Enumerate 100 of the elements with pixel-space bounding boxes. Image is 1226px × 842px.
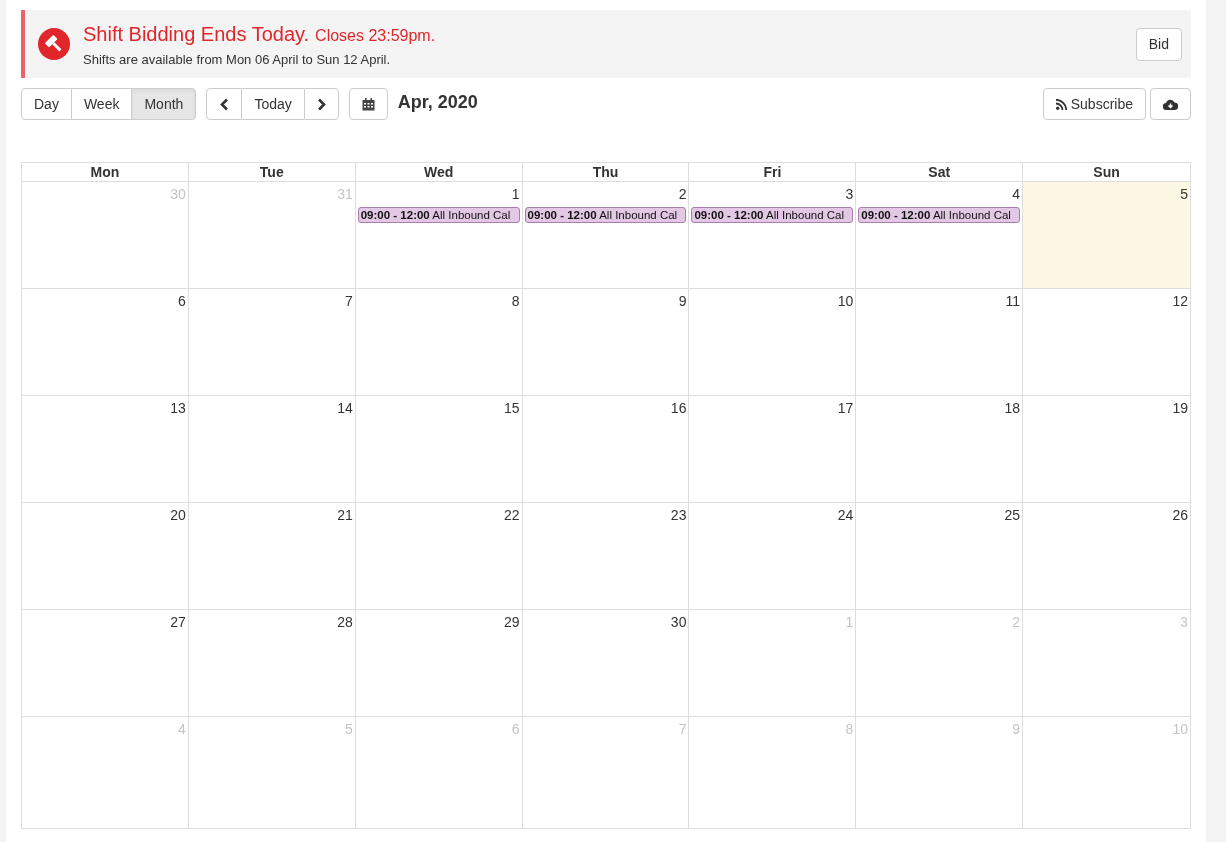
day-cell[interactable]: 30 (522, 610, 690, 716)
weekday-header: Thu (522, 163, 690, 181)
rss-icon (1055, 98, 1067, 110)
chevron-left-icon (219, 97, 229, 111)
day-number: 20 (169, 506, 186, 525)
day-number: 28 (336, 613, 353, 632)
calendar-icon (361, 97, 375, 111)
alert-subtitle: Closes 23:59pm. (315, 25, 436, 46)
day-number: 13 (169, 399, 186, 418)
day-cell[interactable]: 11 (856, 289, 1024, 395)
today-button[interactable]: Today (242, 88, 304, 120)
date-picker-button[interactable] (348, 88, 388, 120)
day-number: 19 (1171, 399, 1188, 418)
day-number: 10 (836, 292, 854, 311)
day-cell[interactable]: 10 (689, 289, 857, 395)
day-cell[interactable]: 5 (1023, 182, 1190, 288)
day-number: 30 (169, 185, 186, 204)
weekday-header: Sun (1092, 163, 1121, 181)
day-cell[interactable]: 24 (689, 503, 857, 609)
day-number: 27 (169, 613, 186, 632)
day-number: 23 (669, 506, 687, 525)
weekday-header: Sat (856, 163, 1024, 181)
day-number: 9 (1011, 720, 1021, 739)
shift-event[interactable]: 09:00 - 12:00 All Inbound Cal (858, 207, 1021, 223)
day-cell[interactable]: 14 (188, 396, 356, 502)
day-number: 22 (503, 506, 520, 525)
day-cell[interactable]: 26 (1023, 503, 1190, 609)
bid-button[interactable]: Bid (1135, 27, 1182, 61)
day-cell[interactable]: 2 09:00 - 12:00 All Inbound Cal (522, 182, 690, 288)
day-cell[interactable]: 22 (355, 503, 523, 609)
day-number: 9 (677, 292, 687, 311)
day-cell[interactable]: 8 (355, 289, 523, 395)
day-cell[interactable]: 9 (522, 289, 690, 395)
weekday-header: Wed (355, 163, 523, 181)
day-cell[interactable]: 1 09:00 - 12:00 All Inbound Cal (355, 182, 523, 288)
day-number: 2 (1011, 613, 1021, 632)
view-button[interactable]: Day (21, 88, 72, 120)
day-number: 1 (510, 185, 520, 204)
day-cell[interactable]: 20 (22, 503, 189, 609)
day-number: 25 (1003, 506, 1021, 525)
day-cell[interactable]: 4 09:00 - 12:00 All Inbound Cal (856, 182, 1024, 288)
day-cell[interactable]: 6 (22, 289, 189, 395)
day-number: 8 (510, 292, 520, 311)
day-number: 10 (1171, 720, 1188, 739)
shift-event[interactable]: 09:00 - 12:00 All Inbound Cal (357, 207, 520, 223)
weekday-header: Mon (22, 163, 189, 181)
day-number: 6 (177, 292, 186, 311)
day-number: 3 (844, 185, 854, 204)
view-button[interactable]: Week (70, 88, 133, 120)
day-cell[interactable]: 17 (689, 396, 857, 502)
day-number: 11 (1004, 292, 1021, 311)
day-cell[interactable]: 19 (1023, 396, 1190, 502)
shift-event[interactable]: 09:00 - 12:00 All Inbound Cal (691, 207, 854, 223)
download-button[interactable] (1150, 88, 1191, 120)
day-cell[interactable]: 3 09:00 - 12:00 All Inbound Cal (689, 182, 857, 288)
day-number: 17 (836, 399, 854, 418)
day-number: 15 (503, 399, 520, 418)
day-number: 4 (177, 720, 186, 739)
day-number: 5 (1179, 185, 1188, 204)
period-title: Apr, 2020 (397, 90, 478, 114)
view-button[interactable]: Month (131, 88, 197, 120)
day-number: 30 (669, 613, 687, 632)
day-number: 7 (343, 292, 353, 311)
day-cell[interactable]: 18 (856, 396, 1024, 502)
day-number: 3 (1179, 613, 1188, 632)
day-number: 7 (677, 720, 687, 739)
day-cell[interactable]: 23 (522, 503, 690, 609)
previous-button[interactable] (206, 88, 243, 120)
day-number: 5 (343, 720, 353, 739)
weekday-header: Fri (689, 163, 857, 181)
shift-event[interactable]: 09:00 - 12:00 All Inbound Cal (524, 207, 687, 223)
next-button[interactable] (303, 88, 339, 120)
day-number: 14 (336, 399, 353, 418)
day-number: 12 (1171, 292, 1188, 311)
day-cell[interactable]: 12 (1023, 289, 1190, 395)
day-number: 6 (510, 720, 520, 739)
gavel-icon (38, 28, 70, 60)
chevron-right-icon (316, 97, 326, 111)
day-number: 31 (336, 185, 353, 204)
day-cell[interactable]: 21 (188, 503, 356, 609)
day-number: 29 (503, 613, 520, 632)
day-cell[interactable]: 27 (22, 610, 189, 716)
day-number: 21 (336, 506, 353, 525)
cloud-download-icon (1163, 98, 1178, 110)
day-cell[interactable]: 15 (355, 396, 523, 502)
day-number: 26 (1171, 506, 1188, 525)
day-number: 2 (677, 185, 687, 204)
day-number: 16 (669, 399, 687, 418)
alert-title: Shift Bidding Ends Today. (83, 21, 310, 47)
day-number: 18 (1003, 399, 1021, 418)
day-cell[interactable]: 29 (355, 610, 523, 716)
alert-message: Shifts are available from Mon 06 April to Sun 12 April. (83, 50, 392, 69)
day-cell[interactable]: 25 (856, 503, 1024, 609)
day-number: 8 (844, 720, 854, 739)
day-number: 1 (844, 613, 854, 632)
day-cell[interactable]: 28 (188, 610, 356, 716)
day-cell[interactable]: 7 (188, 289, 356, 395)
subscribe-button[interactable]: Subscribe (1042, 88, 1146, 120)
day-cell[interactable]: 16 (522, 396, 690, 502)
day-cell[interactable]: 13 (22, 396, 189, 502)
